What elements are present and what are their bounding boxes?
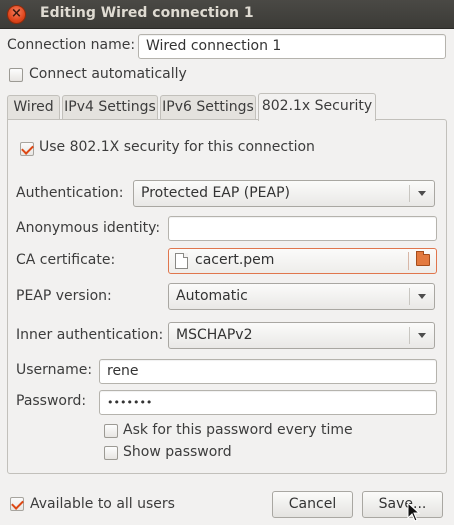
ca-certificate-file-chooser[interactable]: cacert.pem <box>168 248 437 274</box>
available-to-all-label: Available to all users <box>30 496 175 512</box>
title-bar: × Editing Wired connection 1 <box>0 0 454 29</box>
available-to-all-checkbox[interactable] <box>10 497 24 511</box>
inner-authentication-value: MSCHAPv2 <box>176 327 253 343</box>
peap-version-label: PEAP version: <box>16 288 112 304</box>
tab-8021x-security[interactable]: 802.1x Security <box>258 93 376 121</box>
password-input[interactable]: ••••••• <box>99 390 437 415</box>
dropdown-arrow-icon <box>418 294 426 299</box>
show-password-label: Show password <box>123 444 232 460</box>
ask-password-checkbox[interactable] <box>104 424 118 438</box>
tab-ipv4-settings[interactable]: IPv4 Settings <box>62 95 158 119</box>
folder-icon[interactable] <box>416 251 430 266</box>
username-label: Username: <box>16 362 93 378</box>
use-8021x-checkbox[interactable] <box>20 142 34 156</box>
peap-version-value: Automatic <box>176 288 248 304</box>
inner-authentication-dropdown[interactable]: MSCHAPv2 <box>168 322 435 349</box>
dropdown-arrow-icon <box>418 191 426 196</box>
username-input[interactable]: rene <box>99 359 437 384</box>
connect-automatically-checkbox[interactable] <box>9 68 23 82</box>
cancel-button[interactable]: Cancel <box>272 491 353 518</box>
connection-name-label: Connection name: <box>7 37 136 53</box>
dropdown-separator <box>409 185 410 202</box>
tab-ipv6-settings[interactable]: IPv6 Settings <box>160 95 256 119</box>
window-title: Editing Wired connection 1 <box>40 5 254 21</box>
mouse-pointer-icon <box>407 502 421 522</box>
inner-authentication-label: Inner authentication: <box>16 327 164 343</box>
dropdown-separator <box>409 288 410 305</box>
close-icon[interactable]: × <box>7 5 26 24</box>
ca-certificate-label: CA certificate: <box>16 252 116 268</box>
file-chooser-separator <box>408 252 409 270</box>
password-label: Password: <box>16 393 87 409</box>
document-icon <box>175 253 188 269</box>
dropdown-separator <box>409 327 410 344</box>
authentication-value: Protected EAP (PEAP) <box>141 185 290 201</box>
authentication-label: Authentication: <box>16 185 124 201</box>
connection-name-input[interactable]: Wired connection 1 <box>138 34 446 59</box>
authentication-dropdown[interactable]: Protected EAP (PEAP) <box>133 180 435 207</box>
save-button[interactable]: Save... <box>362 491 443 518</box>
ask-password-label: Ask for this password every time <box>123 422 353 438</box>
dialog-window: × Editing Wired connection 1 Connection … <box>0 0 454 525</box>
show-password-checkbox[interactable] <box>104 446 118 460</box>
anonymous-identity-label: Anonymous identity: <box>16 220 161 236</box>
dropdown-arrow-icon <box>418 333 426 338</box>
tab-wired[interactable]: Wired <box>7 95 60 119</box>
use-8021x-label: Use 802.1X security for this connection <box>39 139 315 155</box>
peap-version-dropdown[interactable]: Automatic <box>168 283 435 310</box>
anonymous-identity-input[interactable] <box>168 216 437 241</box>
connect-automatically-label: Connect automatically <box>29 66 187 82</box>
ca-certificate-filename: cacert.pem <box>195 252 275 268</box>
